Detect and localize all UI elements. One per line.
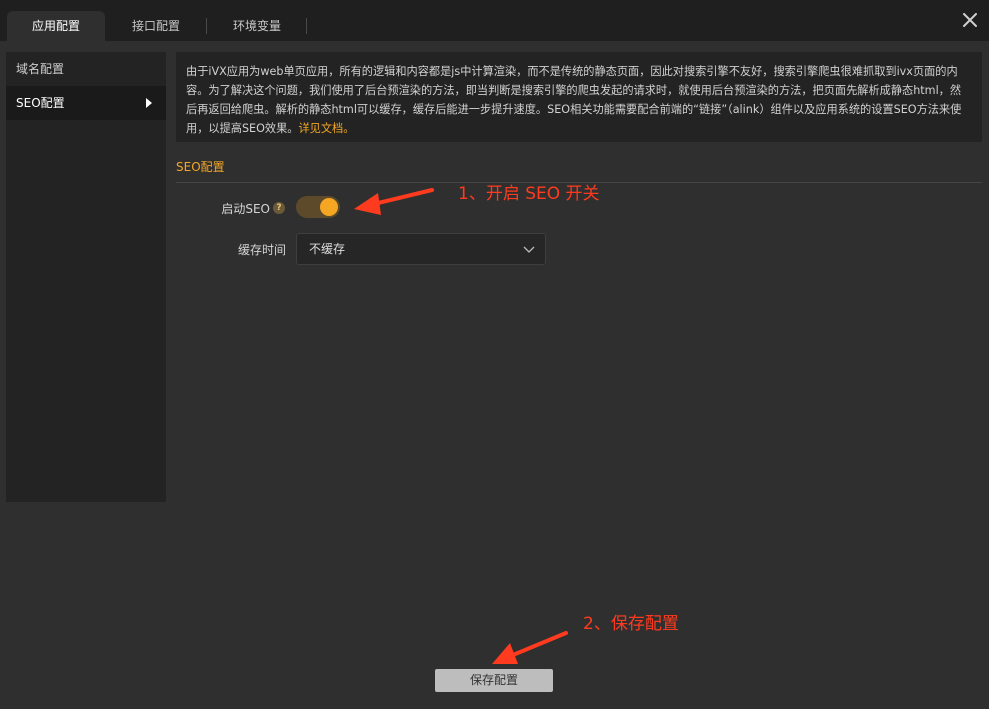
annotation-arrow-icon: [492, 631, 568, 664]
save-config-button[interactable]: 保存配置: [435, 669, 553, 692]
